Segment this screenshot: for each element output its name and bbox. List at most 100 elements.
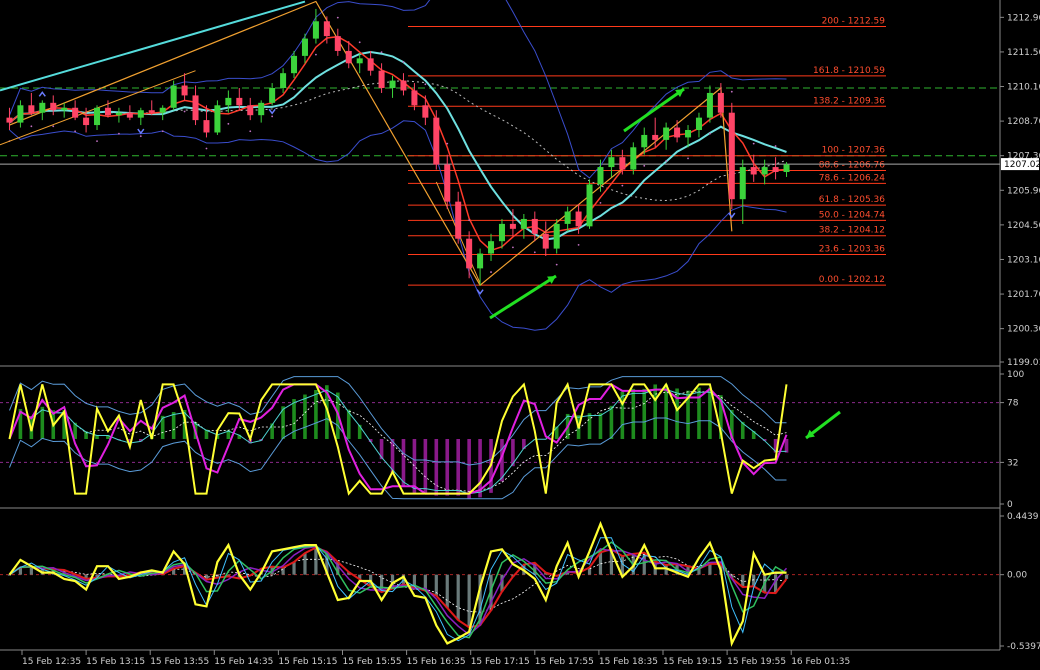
candle-body	[411, 90, 418, 106]
candle-body	[663, 127, 670, 140]
candle-body	[466, 238, 473, 269]
sar-dot	[74, 130, 77, 133]
osc-histogram-bar	[642, 388, 647, 439]
candle-body	[772, 167, 779, 173]
sar-dot	[205, 147, 208, 150]
candle-body	[641, 134, 648, 148]
sar-dot	[424, 83, 427, 86]
macd-histogram-bar	[708, 563, 712, 575]
macd-histogram-bar	[456, 574, 460, 621]
osc-histogram-bar	[456, 439, 460, 496]
candle-body	[564, 211, 571, 224]
macd-tick-label: -0.5397	[1007, 642, 1040, 652]
candle-body	[137, 110, 144, 118]
candle-body	[291, 55, 298, 74]
osc-histogram-bar	[631, 388, 636, 439]
osc-band-upper	[9, 376, 787, 466]
time-tick-label: 15 Feb 19:55	[727, 657, 786, 667]
sar-dot	[512, 246, 514, 249]
macd-histogram-bar	[784, 574, 789, 579]
candle-body	[280, 73, 287, 89]
candle-body	[422, 105, 429, 118]
osc-histogram-bar	[434, 439, 439, 496]
sar-dot	[249, 130, 252, 133]
price-tick-label: 1212.96	[1007, 13, 1040, 23]
candle-body	[575, 211, 582, 227]
osc-histogram-bar	[653, 384, 657, 439]
candle-body	[586, 184, 593, 227]
fib-label: 0.00 - 1202.12	[819, 275, 885, 285]
candle-body	[520, 218, 527, 229]
time-tick-label: 15 Feb 15:15	[278, 657, 337, 667]
macd-tick-label: 0.00	[1007, 571, 1027, 581]
candle-body	[104, 107, 111, 116]
osc-tick-label: 32	[1007, 458, 1018, 468]
osc-histogram-bar	[445, 439, 450, 496]
sar-dot	[446, 142, 449, 145]
price-tick-label: 1200.36	[1007, 325, 1040, 335]
osc-histogram-bar	[587, 413, 592, 439]
sar-dot	[30, 125, 33, 128]
candle-body	[400, 80, 407, 91]
candle-body	[488, 241, 495, 254]
candle-body	[356, 58, 363, 64]
candle-body	[717, 92, 724, 113]
candle-body	[608, 157, 615, 168]
candle-body	[783, 164, 790, 173]
current-price-label: 1207.02	[1004, 160, 1040, 170]
fib-label: 138.2 - 1209.36	[813, 96, 885, 106]
macd-tick-label: 0.4439	[1007, 512, 1039, 522]
arrow-up-1	[489, 274, 557, 320]
bollinger-lower	[9, 120, 787, 331]
macd-histogram-bar	[314, 547, 318, 575]
sar-dot	[752, 142, 755, 145]
sar-dot	[687, 157, 689, 160]
macd-histogram-bar	[445, 574, 449, 608]
candle-body	[455, 201, 462, 239]
osc-histogram-bar	[784, 439, 789, 453]
candle-body	[477, 253, 484, 269]
candle-body	[542, 233, 549, 249]
trading-chart[interactable]: 200 - 1212.59 161.8 - 1210.59 138.2 - 1209…	[0, 0, 1040, 670]
candle-body	[247, 105, 254, 116]
time-tick-label: 15 Feb 15:55	[343, 657, 402, 667]
time-tick-label: 15 Feb 19:15	[663, 657, 722, 667]
candle-body	[17, 105, 24, 123]
candle-body	[619, 157, 626, 170]
candle-body	[39, 102, 46, 113]
price-tick-label: 1208.76	[1007, 117, 1040, 127]
candle-body	[312, 21, 319, 39]
sar-dot	[227, 122, 230, 125]
candle-body	[61, 107, 68, 111]
candle-body	[597, 167, 604, 185]
sar-dot	[555, 263, 558, 266]
osc-histogram-bar	[620, 391, 625, 439]
candle-body	[509, 223, 516, 229]
candle-body	[630, 147, 637, 170]
candle-body	[553, 223, 560, 249]
candle-body	[159, 107, 166, 113]
fib-label: 50.0 - 1204.74	[819, 210, 885, 220]
zigzag-line	[9, 0, 733, 287]
fib-label: 23.6 - 1203.36	[819, 245, 885, 255]
osc-histogram-bar	[401, 439, 406, 487]
osc-histogram-bar	[467, 439, 471, 500]
osc-histogram-bar	[357, 424, 362, 439]
candle-body	[148, 110, 155, 113]
sar-dot	[709, 132, 711, 135]
sar-dot	[336, 16, 339, 19]
fractal-mark	[728, 212, 736, 219]
candle-body	[345, 50, 352, 64]
sar-dot	[730, 90, 733, 93]
candle-body	[203, 120, 210, 133]
sar-dot	[161, 130, 164, 133]
arrow-up-2	[623, 87, 685, 133]
candle-body	[28, 105, 35, 113]
candle-body	[334, 36, 341, 51]
sar-dot	[358, 41, 361, 44]
osc-tick-label: 0	[1007, 500, 1013, 510]
sar-dot	[621, 184, 624, 187]
fib-label: 78.6 - 1206.24	[819, 173, 885, 183]
chart-stage: 200 - 1212.59 161.8 - 1210.59 138.2 - 1209…	[0, 0, 1040, 670]
time-tick-label: 15 Feb 13:15	[86, 657, 145, 667]
